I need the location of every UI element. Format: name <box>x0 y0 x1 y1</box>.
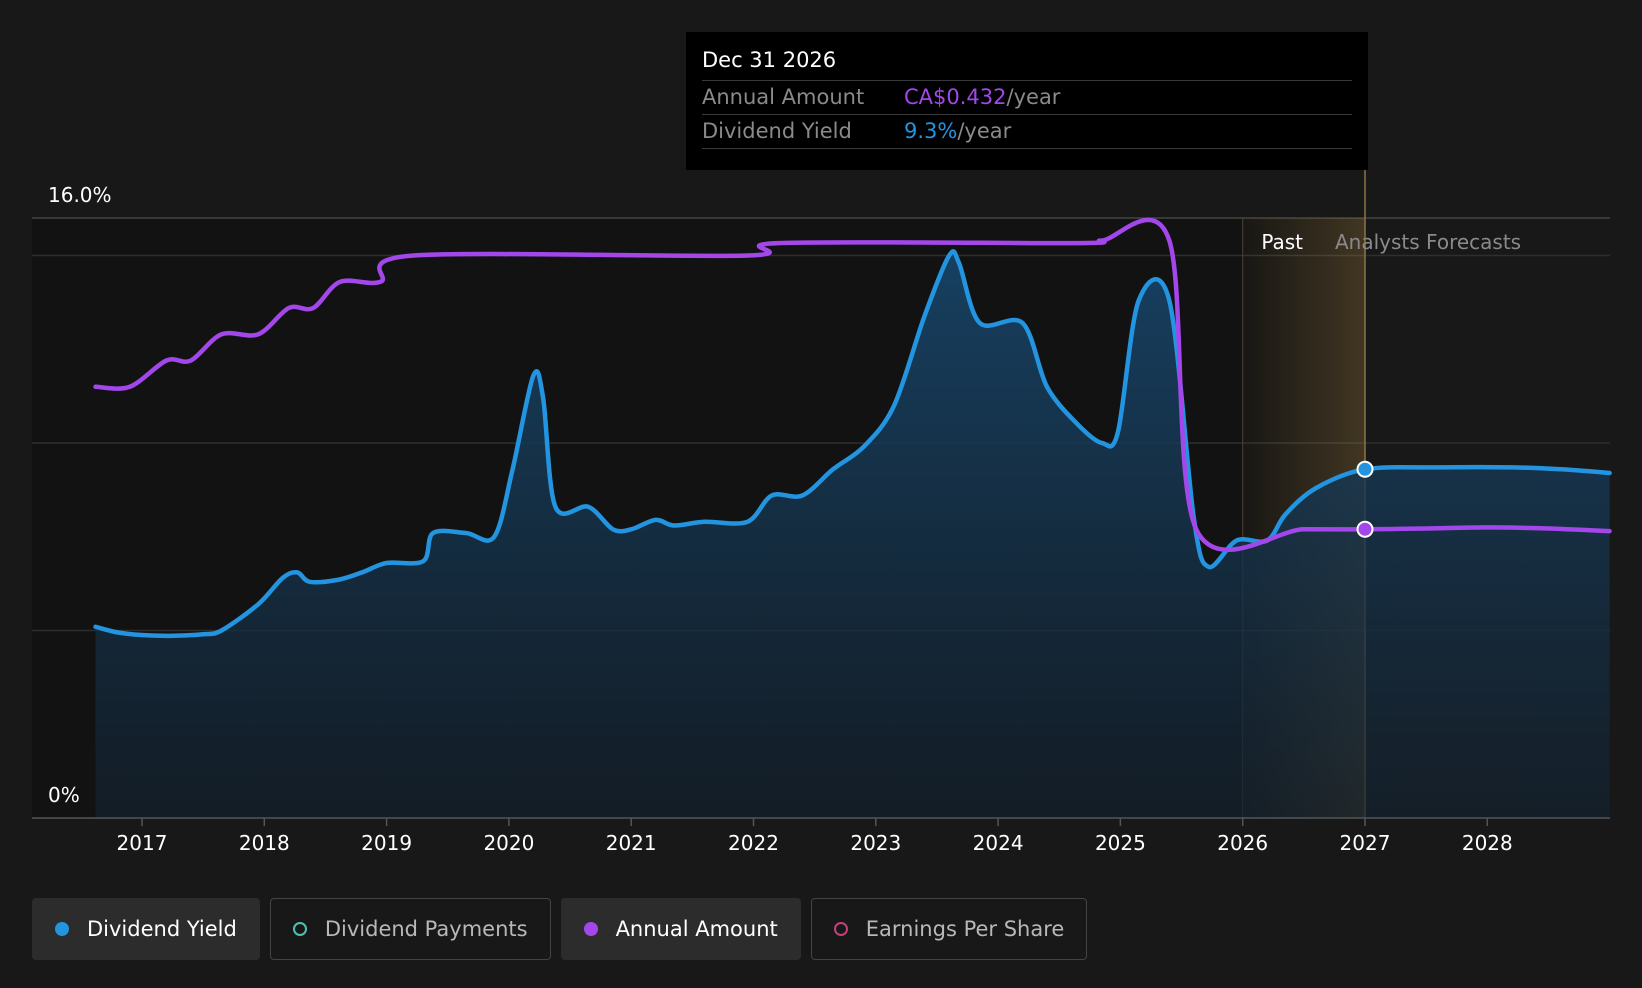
tooltip-label: Dividend Yield <box>702 119 852 143</box>
legend-label: Earnings Per Share <box>865 917 1065 941</box>
x-tick-label: 2021 <box>606 831 657 855</box>
legend-ring-icon <box>292 922 307 936</box>
dividend-yield-marker[interactable] <box>1356 460 1374 478</box>
annual-amount-marker[interactable] <box>1356 520 1374 538</box>
legend-dot-icon <box>55 922 69 936</box>
legend-label: Annual Amount <box>615 917 778 941</box>
chart-legend: Dividend Yield Dividend Payments Annual … <box>32 898 1088 960</box>
legend-ring-icon <box>833 922 848 936</box>
tooltip-row-annual-amount: Annual Amount CA$0.432 /year <box>702 81 1352 115</box>
y-tick-label-bottom: 0% <box>48 783 80 807</box>
x-tick-label: 2023 <box>850 831 901 855</box>
tooltip-value: 9.3% <box>904 119 958 143</box>
x-tick-label: 2025 <box>1095 831 1146 855</box>
legend-label: Dividend Yield <box>87 917 237 941</box>
legend-annual-amount[interactable]: Annual Amount <box>560 898 801 960</box>
x-tick-label: 2027 <box>1340 831 1391 855</box>
x-tick-label: 2028 <box>1462 831 1513 855</box>
x-tick-label: 2018 <box>239 831 290 855</box>
y-tick-label-top: 16.0% <box>48 183 112 207</box>
legend-label: Dividend Payments <box>324 917 528 941</box>
tooltip-label: Annual Amount <box>702 85 865 109</box>
x-tick-label: 2026 <box>1217 831 1268 855</box>
past-label: Past <box>1261 230 1303 254</box>
legend-dividend-payments[interactable]: Dividend Payments <box>269 898 551 960</box>
x-tick-label: 2020 <box>483 831 534 855</box>
hover-tooltip: Dec 31 2026 Annual Amount CA$0.432 /year… <box>686 32 1368 170</box>
tooltip-value: CA$0.432 <box>904 85 1007 109</box>
tooltip-unit: /year <box>957 119 1012 143</box>
x-tick-label: 2022 <box>728 831 779 855</box>
legend-earnings-per-share[interactable]: Earnings Per Share <box>810 898 1088 960</box>
tooltip-unit: /year <box>1006 85 1061 109</box>
legend-dividend-yield[interactable]: Dividend Yield <box>32 898 260 960</box>
x-tick-label: 2019 <box>361 831 412 855</box>
x-tick-label: 2017 <box>117 831 168 855</box>
x-tick-label: 2024 <box>973 831 1024 855</box>
analysts-forecasts-label: Analysts Forecasts <box>1335 230 1521 254</box>
legend-dot-icon <box>583 922 598 936</box>
x-axis-ticks: 2017 2018 2019 2020 2021 2022 2023 2024 2025 2026… <box>117 818 1513 855</box>
tooltip-row-dividend-yield: Dividend Yield 9.3% /year <box>702 115 1352 149</box>
tooltip-date: Dec 31 2026 <box>702 46 1352 81</box>
